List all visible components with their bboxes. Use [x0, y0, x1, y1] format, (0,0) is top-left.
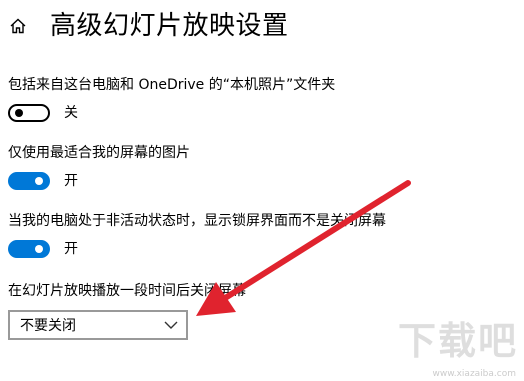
setting-show-lock-screen: 当我的电脑处于非活动状态时，显示锁屏界面而不是关闭屏幕 开 — [8, 212, 386, 262]
show-lock-screen-toggle[interactable] — [8, 240, 50, 258]
toggle-knob — [15, 109, 23, 117]
include-local-photos-toggle[interactable] — [8, 104, 50, 122]
toggle-knob — [35, 245, 43, 253]
toggle-state-label: 开 — [64, 173, 78, 189]
home-icon[interactable] — [10, 18, 26, 34]
chevron-down-icon — [164, 321, 178, 329]
toggle-state-label: 开 — [64, 241, 78, 257]
watermark-logo: 下载吧 — [397, 319, 518, 363]
toggle-knob — [35, 177, 43, 185]
setting-label: 包括来自这台电脑和 OneDrive 的“本机照片”文件夹 — [8, 77, 336, 93]
toggle-state-label: 关 — [64, 105, 78, 121]
setting-label: 仅使用最适合我的屏幕的图片 — [8, 145, 190, 161]
screen-off-dropdown[interactable]: 不要关闭 — [8, 310, 188, 340]
dropdown-selected-value: 不要关闭 — [20, 318, 76, 334]
setting-include-local-photos: 包括来自这台电脑和 OneDrive 的“本机照片”文件夹 关 — [8, 76, 335, 126]
setting-label: 当我的电脑处于非活动状态时，显示锁屏界面而不是关闭屏幕 — [8, 213, 386, 229]
setting-label: 在幻灯片放映播放一段时间后关闭屏幕 — [8, 283, 246, 299]
best-fit-pictures-toggle[interactable] — [8, 172, 50, 190]
watermark-url: www.xiazaiba.com — [432, 369, 516, 379]
setting-screen-off: 在幻灯片放映播放一段时间后关闭屏幕 — [8, 282, 246, 300]
setting-best-fit-pictures: 仅使用最适合我的屏幕的图片 开 — [8, 144, 190, 194]
page-title: 高级幻灯片放映设置 — [50, 11, 289, 41]
